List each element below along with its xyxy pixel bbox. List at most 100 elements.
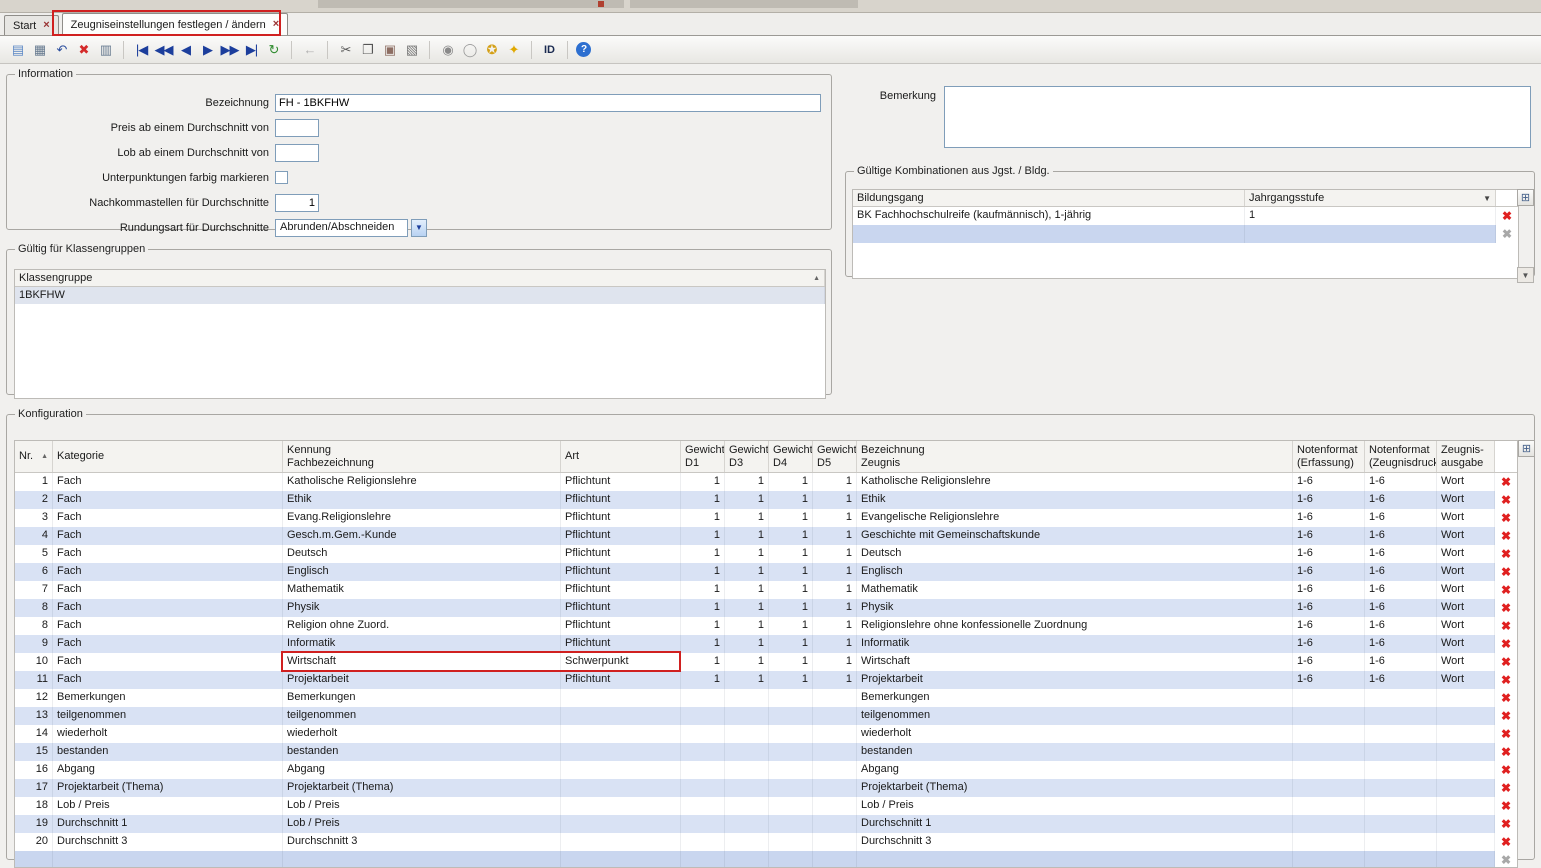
key-icon[interactable]: ✪ <box>482 40 501 60</box>
delete-row-button[interactable]: ✖ <box>1501 836 1511 848</box>
table-row[interactable]: 12BemerkungenBemerkungenBemerkungen✖ <box>15 689 1517 707</box>
column-header[interactable]: Notenformat(Zeugnisdruck) <box>1365 441 1437 472</box>
table-row[interactable]: ✖ <box>15 851 1517 868</box>
delete-row-button[interactable]: ✖ <box>1501 512 1511 524</box>
unterpunktungen-farbig-checkbox[interactable] <box>275 171 288 184</box>
delete-row-button[interactable]: ✖ <box>1502 228 1512 240</box>
id-button[interactable]: ID <box>540 40 559 60</box>
column-chooser-button[interactable]: ⊞ <box>1518 440 1535 457</box>
column-header[interactable]: GewichtD3 <box>725 441 769 472</box>
column-header[interactable]: GewichtD1 <box>681 441 725 472</box>
cut-icon[interactable]: ✂ <box>336 40 355 60</box>
table-row[interactable]: 14wiederholtwiederholtwiederholt✖ <box>15 725 1517 743</box>
hint-icon[interactable]: ✦ <box>504 40 523 60</box>
delete-row-button[interactable]: ✖ <box>1501 638 1511 650</box>
table-row[interactable]: 15bestandenbestandenbestanden✖ <box>15 743 1517 761</box>
nachkommastellen-input[interactable] <box>275 194 319 212</box>
column-header[interactable]: Art <box>561 441 681 472</box>
scroll-down-button[interactable]: ▼ <box>1517 267 1534 283</box>
save-icon[interactable]: ▦ <box>30 40 49 60</box>
tab-close-icon[interactable]: × <box>273 19 279 30</box>
table-row[interactable]: 8FachPhysikPflichtunt1111Physik1-61-6Wor… <box>15 599 1517 617</box>
lock-icon[interactable]: ◉ <box>438 40 457 60</box>
column-header[interactable]: Klassengruppe▲ <box>15 270 825 286</box>
last-record-icon[interactable]: ▶| <box>242 40 261 60</box>
column-header[interactable]: Zeugnis-ausgabe <box>1437 441 1495 472</box>
table-row[interactable]: 19Durchschnitt 1Lob / PreisDurchschnitt … <box>15 815 1517 833</box>
delete-row-button[interactable]: ✖ <box>1501 764 1511 776</box>
new-record-icon[interactable]: ▤ <box>8 40 27 60</box>
column-header[interactable]: GewichtD4 <box>769 441 813 472</box>
tab-zeugniseinstellungen[interactable]: Zeugniseinstellungen festlegen / ändern× <box>62 13 289 35</box>
column-header[interactable]: Kategorie <box>53 441 283 472</box>
table-row[interactable]: 13teilgenommenteilgenommenteilgenommen✖ <box>15 707 1517 725</box>
rundungsart-select[interactable]: Abrunden/Abschneiden <box>275 219 408 237</box>
table-row[interactable]: 1BKFHW <box>15 287 825 304</box>
dropdown-button[interactable]: ▼ <box>411 219 427 237</box>
column-header[interactable]: Nr.▲ <box>15 441 53 472</box>
table-row[interactable]: 2FachEthikPflichtunt1111Ethik1-61-6Wort✖ <box>15 491 1517 509</box>
prev-record-icon[interactable]: ◀ <box>176 40 195 60</box>
delete-row-button[interactable]: ✖ <box>1501 800 1511 812</box>
tab-start[interactable]: Start× <box>4 15 59 35</box>
table-row[interactable]: 6FachEnglischPflichtunt1111Englisch1-61-… <box>15 563 1517 581</box>
table-row[interactable]: 7FachMathematikPflichtunt1111Mathematik1… <box>15 581 1517 599</box>
next-record-icon[interactable]: ▶ <box>198 40 217 60</box>
delete-row-button[interactable]: ✖ <box>1501 584 1511 596</box>
delete-row-button[interactable]: ✖ <box>1501 656 1511 668</box>
table-row[interactable]: 9FachInformatikPflichtunt1111Informatik1… <box>15 635 1517 653</box>
prev-page-icon[interactable]: ◀◀ <box>154 40 173 60</box>
delete-row-button[interactable]: ✖ <box>1501 710 1511 722</box>
tab-close-icon[interactable]: × <box>43 20 49 31</box>
delete-row-button[interactable]: ✖ <box>1501 818 1511 830</box>
delete-row-button[interactable]: ✖ <box>1501 782 1511 794</box>
copy-icon[interactable]: ❐ <box>358 40 377 60</box>
back-icon[interactable]: ← <box>300 40 319 60</box>
refresh-icon[interactable]: ↻ <box>264 40 283 60</box>
table-row[interactable]: 10FachWirtschaftSchwerpunkt1111Wirtschaf… <box>15 653 1517 671</box>
delete-row-button[interactable]: ✖ <box>1501 692 1511 704</box>
table-row[interactable]: 3FachEvang.ReligionslehrePflichtunt1111E… <box>15 509 1517 527</box>
delete-row-button[interactable]: ✖ <box>1501 548 1511 560</box>
undo-icon[interactable]: ↶ <box>52 40 71 60</box>
copy-record-icon[interactable]: ▥ <box>96 40 115 60</box>
delete-row-button[interactable]: ✖ <box>1501 602 1511 614</box>
table-row[interactable]: BK Fachhochschulreife (kaufmännisch), 1-… <box>853 207 1518 225</box>
table-row[interactable]: 16AbgangAbgangAbgang✖ <box>15 761 1517 779</box>
table-row[interactable]: 5FachDeutschPflichtunt1111Deutsch1-61-6W… <box>15 545 1517 563</box>
lob-ab-durchschnitt-input[interactable] <box>275 144 319 162</box>
delete-row-button[interactable]: ✖ <box>1501 620 1511 632</box>
column-header[interactable]: Bildungsgang <box>853 190 1245 206</box>
bemerkung-textarea[interactable] <box>944 86 1531 148</box>
delete-row-button[interactable]: ✖ <box>1501 530 1511 542</box>
selection-icon[interactable]: ▧ <box>402 40 421 60</box>
delete-row-button[interactable]: ✖ <box>1501 476 1511 488</box>
delete-icon[interactable]: ✖ <box>74 40 93 60</box>
table-row[interactable]: 4FachGesch.m.Gem.-KundePflichtunt1111Ges… <box>15 527 1517 545</box>
preis-ab-durchschnitt-input[interactable] <box>275 119 319 137</box>
help-icon[interactable]: ? <box>576 42 591 57</box>
column-header[interactable]: Jahrgangsstufe▼ <box>1245 190 1496 206</box>
table-row[interactable]: ✖ <box>853 225 1518 243</box>
delete-row-button[interactable]: ✖ <box>1501 746 1511 758</box>
table-row[interactable]: 1FachKatholische ReligionslehrePflichtun… <box>15 473 1517 491</box>
bezeichnung-input[interactable] <box>275 94 821 112</box>
column-chooser-button[interactable]: ⊞ <box>1517 189 1534 206</box>
column-header[interactable]: BezeichnungZeugnis <box>857 441 1293 472</box>
table-row[interactable]: 8FachReligion ohne Zuord.Pflichtunt1111R… <box>15 617 1517 635</box>
delete-row-button[interactable]: ✖ <box>1502 210 1512 222</box>
column-header[interactable]: GewichtD5 <box>813 441 857 472</box>
table-row[interactable]: 17Projektarbeit (Thema)Projektarbeit (Th… <box>15 779 1517 797</box>
delete-row-button[interactable]: ✖ <box>1501 674 1511 686</box>
table-row[interactable]: 18Lob / PreisLob / PreisLob / Preis✖ <box>15 797 1517 815</box>
delete-row-button[interactable]: ✖ <box>1501 566 1511 578</box>
delete-row-button[interactable]: ✖ <box>1501 854 1511 866</box>
delete-row-button[interactable]: ✖ <box>1501 494 1511 506</box>
column-header[interactable]: KennungFachbezeichnung <box>283 441 561 472</box>
next-page-icon[interactable]: ▶▶ <box>220 40 239 60</box>
paste-icon[interactable]: ▣ <box>380 40 399 60</box>
column-header[interactable]: Notenformat(Erfassung) <box>1293 441 1365 472</box>
table-row[interactable]: 11FachProjektarbeitPflichtunt1111Projekt… <box>15 671 1517 689</box>
delete-row-button[interactable]: ✖ <box>1501 728 1511 740</box>
comment-icon[interactable]: ◯ <box>460 40 479 60</box>
